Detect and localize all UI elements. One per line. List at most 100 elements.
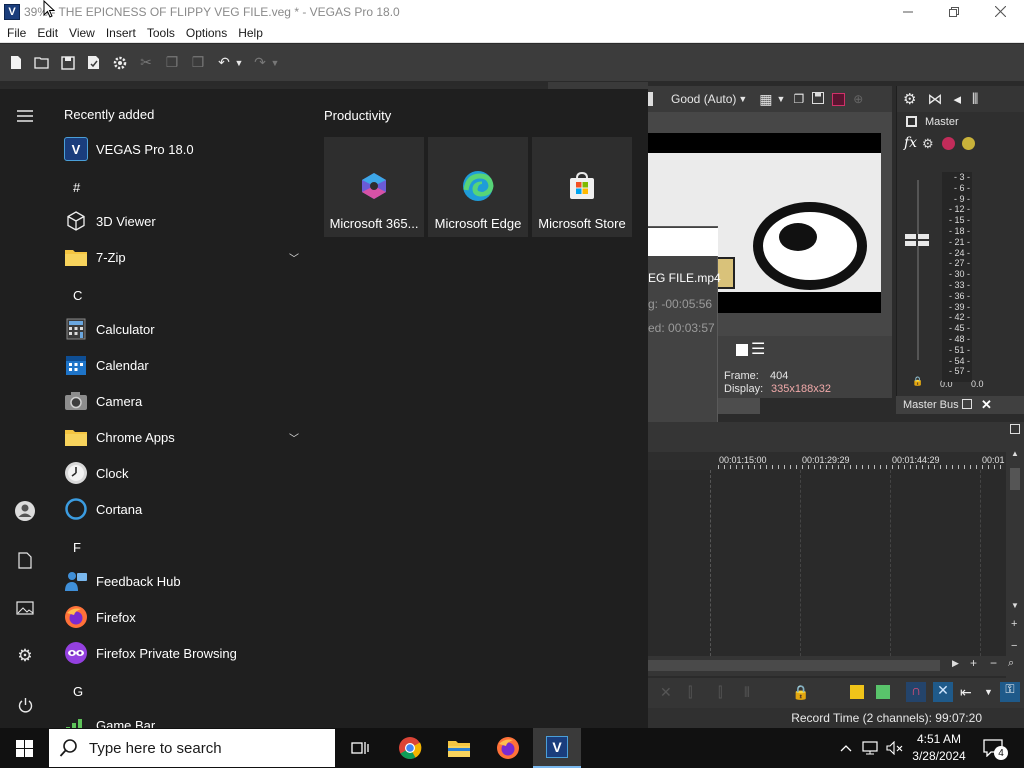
video-scopes-icon[interactable] <box>832 92 846 106</box>
master-bus-undock-icon[interactable] <box>962 399 972 409</box>
zoom-tool-icon[interactable]: ⌕ <box>1008 657 1014 670</box>
volume-button[interactable] <box>884 728 906 768</box>
marker-icon[interactable] <box>850 685 864 699</box>
menu-options[interactable]: Options <box>182 26 231 40</box>
app-calendar[interactable]: Calendar <box>50 347 312 383</box>
master-checkbox[interactable] <box>906 116 917 127</box>
hamburger-menu-icon[interactable] <box>13 104 37 128</box>
ripple-dropdown-icon[interactable]: ▼ <box>984 687 993 697</box>
horizontal-scroll-thumb[interactable] <box>648 660 940 671</box>
settings-gear-icon[interactable] <box>110 53 130 73</box>
scroll-down-icon[interactable]: ▼ <box>1011 601 1019 610</box>
app-camera[interactable]: Camera <box>50 383 312 419</box>
start-button[interactable] <box>0 728 48 768</box>
preview-quality-select[interactable]: Good (Auto) <box>671 92 736 106</box>
region-icon[interactable] <box>876 685 890 699</box>
notification-center-button[interactable]: 4 <box>976 728 1010 768</box>
app-7-zip-folder[interactable]: 7-Zip ﹀ <box>50 239 312 275</box>
app-cortana[interactable]: Cortana <box>50 491 312 527</box>
vegas-app-icon[interactable]: V <box>4 3 20 20</box>
app-firefox[interactable]: Firefox <box>50 599 312 635</box>
auto-crossfade-icon[interactable]: ✕ <box>933 682 953 702</box>
app-3d-viewer[interactable]: 3D Viewer <box>50 203 312 239</box>
taskbar-file-explorer[interactable] <box>435 728 483 768</box>
overlay-dropdown-icon[interactable]: ▼ <box>777 94 786 104</box>
delete-icon[interactable]: ✕ <box>660 684 672 701</box>
redo-dropdown-icon[interactable]: ▼ <box>270 53 280 73</box>
preview-more-icon[interactable]: ⊕ <box>853 92 863 106</box>
bus-mute-icon[interactable] <box>942 137 955 150</box>
letter-header-c[interactable]: C <box>73 288 82 303</box>
tile-microsoft-365[interactable]: Microsoft 365... <box>324 137 424 237</box>
lock-envelopes-icon[interactable]: ⚿ <box>1000 682 1020 702</box>
lock-icon[interactable]: 🔒 <box>792 684 809 701</box>
open-icon[interactable] <box>32 53 52 73</box>
app-clock[interactable]: Clock <box>50 455 312 491</box>
documents-icon[interactable] <box>13 548 37 572</box>
scroll-right-icon[interactable]: ▶ <box>952 658 959 669</box>
menu-tools[interactable]: Tools <box>143 26 179 40</box>
timeline-horizontal-scrollbar[interactable]: ▶ + − ⌕ <box>648 656 1024 676</box>
chevron-down-icon[interactable]: ﹀ <box>289 430 299 445</box>
preview-stop-icon[interactable] <box>736 344 748 356</box>
minimize-button[interactable] <box>885 0 931 23</box>
chevron-down-icon[interactable]: ﹀ <box>289 250 299 265</box>
app-vegas-pro[interactable]: V VEGAS Pro 18.0 <box>50 131 312 167</box>
new-project-icon[interactable] <box>6 53 26 73</box>
power-icon[interactable] <box>13 693 37 717</box>
timeline-tracks[interactable] <box>648 470 1006 656</box>
zoom-in-vertical-icon[interactable]: + <box>1011 618 1017 630</box>
copy-icon[interactable]: ❐ <box>162 53 182 73</box>
network-button[interactable] <box>860 728 882 768</box>
task-view-button[interactable] <box>336 728 384 768</box>
tile-microsoft-edge[interactable]: Microsoft Edge <box>428 137 528 237</box>
show-hidden-icons-button[interactable] <box>836 728 856 768</box>
split-icon[interactable]: ⫴ <box>744 684 750 701</box>
scroll-up-icon[interactable]: ▲ <box>1011 449 1019 458</box>
ripple-edit-icon[interactable]: ⇤ <box>960 684 972 701</box>
taskbar-chrome[interactable] <box>386 728 434 768</box>
save-snapshot-icon[interactable] <box>812 91 825 107</box>
tile-microsoft-store[interactable]: Microsoft Store <box>532 137 632 237</box>
timeline-marker-icon[interactable] <box>1010 424 1020 434</box>
master-bus-close-icon[interactable]: ✕ <box>981 397 992 413</box>
app-chrome-apps-folder[interactable]: Chrome Apps ﹀ <box>50 419 312 455</box>
taskbar-clock[interactable]: 4:51 AM 3/28/2024 <box>908 731 970 765</box>
close-button[interactable] <box>977 0 1023 23</box>
letter-header-f[interactable]: F <box>73 540 81 555</box>
maximize-button[interactable] <box>931 0 977 23</box>
trim-end-icon[interactable]: ⫿ <box>718 684 722 701</box>
snapping-icon[interactable]: ∩ <box>906 682 926 702</box>
app-firefox-private[interactable]: Firefox Private Browsing <box>50 635 312 671</box>
vertical-scroll-thumb[interactable] <box>1010 468 1020 490</box>
preview-split-icon[interactable] <box>648 92 653 106</box>
menu-file[interactable]: File <box>3 26 30 40</box>
menu-edit[interactable]: Edit <box>33 26 62 40</box>
timeline-vertical-scrollbar[interactable]: ▲ ▼ + − <box>1006 422 1024 678</box>
timeline-ruler[interactable]: 00:01:15:00 00:01:29:29 00:01:44:29 00:0… <box>648 452 1006 470</box>
letter-header-g[interactable]: G <box>73 684 83 699</box>
paste-icon[interactable]: ❒ <box>188 53 208 73</box>
letter-header-hash[interactable]: # <box>73 180 80 195</box>
bus-solo-icon[interactable] <box>962 137 975 150</box>
bus-fx-gear-icon[interactable]: ⚙ <box>922 136 934 152</box>
user-account-icon[interactable] <box>13 499 37 523</box>
app-calculator[interactable]: Calculator <box>50 311 312 347</box>
mixer-speaker-icon[interactable]: ◂ <box>953 90 961 108</box>
mixer-settings-icon[interactable]: ⚙ <box>903 90 916 108</box>
preview-menu-icon[interactable]: ☰ <box>751 339 765 359</box>
undo-icon[interactable]: ↶ <box>214 53 234 73</box>
menu-view[interactable]: View <box>65 26 99 40</box>
settings-icon[interactable]: ⚙ <box>13 644 37 668</box>
trim-start-icon[interactable]: ⫿ <box>688 684 692 701</box>
quality-dropdown-icon[interactable]: ▼ <box>738 94 747 104</box>
fx-icon[interactable]: fx <box>904 135 917 151</box>
menu-insert[interactable]: Insert <box>102 26 140 40</box>
grid-overlay-icon[interactable]: ▦ <box>759 91 772 108</box>
pictures-icon[interactable] <box>13 596 37 620</box>
render-as-icon[interactable] <box>84 53 104 73</box>
taskbar-firefox[interactable] <box>484 728 532 768</box>
copy-snapshot-icon[interactable]: ❐ <box>793 92 804 106</box>
save-icon[interactable] <box>58 53 78 73</box>
zoom-in-horizontal-icon[interactable]: + <box>970 656 977 670</box>
